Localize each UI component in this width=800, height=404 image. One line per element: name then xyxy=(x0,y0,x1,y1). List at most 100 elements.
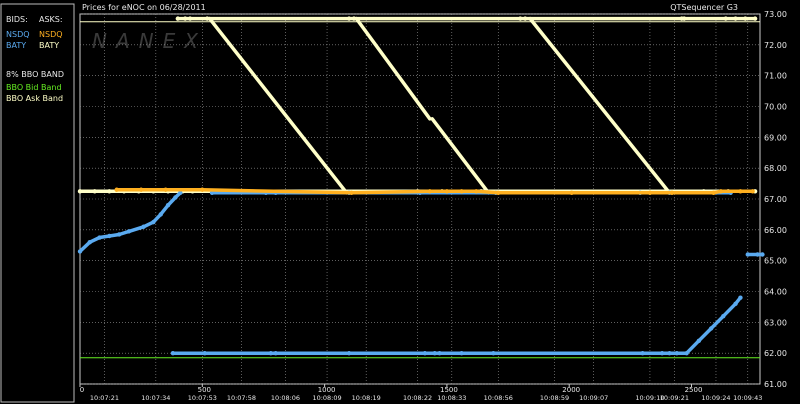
data-point xyxy=(175,16,181,21)
data-point xyxy=(444,189,450,194)
x-tick-label: 1500 xyxy=(440,386,458,394)
data-point xyxy=(659,350,665,356)
data-point xyxy=(116,232,122,237)
data-point xyxy=(437,350,442,356)
data-point xyxy=(738,189,743,194)
app-name: QTSequencer G3 xyxy=(670,3,738,12)
data-point xyxy=(432,350,437,356)
chart-title: Prices for eNOC on 06/28/2011 xyxy=(82,3,206,12)
data-point xyxy=(346,350,352,356)
data-point xyxy=(459,350,464,356)
time-tick-label: 10:07:21 xyxy=(90,394,119,402)
data-point xyxy=(273,350,278,356)
data-point xyxy=(170,350,176,356)
data-point xyxy=(640,350,645,356)
time-tick-label: 10:07:58 xyxy=(227,394,256,402)
data-point xyxy=(569,190,574,196)
ask-entry-nsdq: NSDQ xyxy=(39,30,63,39)
time-tick-label: 10:08:19 xyxy=(352,394,381,402)
band-entry-bid: BBO Bid Band xyxy=(6,83,62,92)
time-tick-label: 10:07:34 xyxy=(141,394,170,402)
price-chart: Prices for eNOC on 06/28/2011 QTSequence… xyxy=(0,0,800,404)
time-tick-label: 10:08:33 xyxy=(437,394,466,402)
data-point xyxy=(738,295,743,300)
data-point xyxy=(496,190,501,196)
band-entry-ask: BBO Ask Band xyxy=(6,94,63,103)
data-point xyxy=(200,187,205,192)
band-title: 8% BBO BAND xyxy=(6,70,64,79)
time-tick-label: 10:08:06 xyxy=(271,394,300,402)
data-point xyxy=(77,249,83,254)
x-tick-label: 500 xyxy=(198,386,211,394)
bid-entry-nsdq: NSDQ xyxy=(6,30,30,39)
data-point xyxy=(723,16,728,21)
y-tick-label: 70.00 xyxy=(764,103,787,112)
bid-entry-baty: BATY xyxy=(6,41,26,50)
data-point xyxy=(708,326,714,331)
time-tick-label: 10:07:53 xyxy=(188,394,217,402)
data-point xyxy=(141,224,146,229)
data-point xyxy=(684,350,689,356)
time-tick-label: 10:09:21 xyxy=(660,394,689,402)
time-tick-label: 10:08:56 xyxy=(484,394,513,402)
data-point xyxy=(182,16,188,21)
time-tick-label: 10:09:07 xyxy=(579,394,608,402)
data-point xyxy=(681,16,687,21)
data-point xyxy=(165,202,171,208)
time-tick-label: 10:08:09 xyxy=(312,394,341,402)
data-point xyxy=(647,190,653,196)
y-tick-label: 66.00 xyxy=(764,226,787,235)
data-point xyxy=(163,187,168,192)
data-point xyxy=(97,235,102,240)
data-point xyxy=(268,350,273,356)
data-point xyxy=(667,350,672,356)
data-point xyxy=(750,189,755,194)
data-point xyxy=(459,189,464,194)
y-tick-label: 72.00 xyxy=(764,41,787,50)
time-tick-label: 10:09:43 xyxy=(733,394,762,402)
data-point xyxy=(755,252,760,257)
data-point xyxy=(346,16,352,21)
data-point xyxy=(711,190,716,196)
data-point xyxy=(87,239,92,245)
x-tick-label: 2000 xyxy=(562,386,580,394)
data-point xyxy=(138,187,144,192)
data-point xyxy=(733,301,738,307)
data-point xyxy=(202,350,207,356)
time-tick-label: 10:08:22 xyxy=(403,394,432,402)
y-tick-label: 68.00 xyxy=(764,164,787,173)
data-point xyxy=(474,189,479,194)
data-point xyxy=(721,313,726,319)
data-point xyxy=(173,195,178,200)
x-tick-label: 1000 xyxy=(318,386,336,394)
time-tick-label: 10:09:24 xyxy=(701,394,730,402)
legend-panel xyxy=(0,3,75,403)
data-point xyxy=(126,229,132,234)
data-point xyxy=(349,190,354,196)
data-point xyxy=(158,212,163,217)
data-point xyxy=(733,16,738,21)
data-point xyxy=(745,252,750,257)
x-tick-label: 0 xyxy=(80,386,84,394)
y-tick-label: 62.00 xyxy=(764,349,787,358)
data-point xyxy=(107,189,112,194)
watermark: NANEX xyxy=(92,29,207,53)
x-tick-label: 2500 xyxy=(685,386,703,394)
y-tick-label: 73.00 xyxy=(764,10,787,19)
data-point xyxy=(351,16,357,21)
ask-entry-baty: BATY xyxy=(39,41,59,50)
y-tick-label: 61.00 xyxy=(764,380,787,389)
data-point xyxy=(107,233,112,239)
data-point xyxy=(674,350,680,356)
data-point xyxy=(204,16,210,21)
data-point xyxy=(718,189,724,194)
asks-label: ASKS: xyxy=(39,15,63,24)
bids-label: BIDS: xyxy=(6,15,28,24)
y-tick-label: 69.00 xyxy=(764,133,787,142)
y-tick-label: 71.00 xyxy=(764,72,787,81)
y-tick-label: 63.00 xyxy=(764,318,787,327)
data-point xyxy=(151,219,156,225)
data-point xyxy=(518,16,523,21)
y-tick-label: 65.00 xyxy=(764,257,787,266)
data-point xyxy=(522,16,528,21)
